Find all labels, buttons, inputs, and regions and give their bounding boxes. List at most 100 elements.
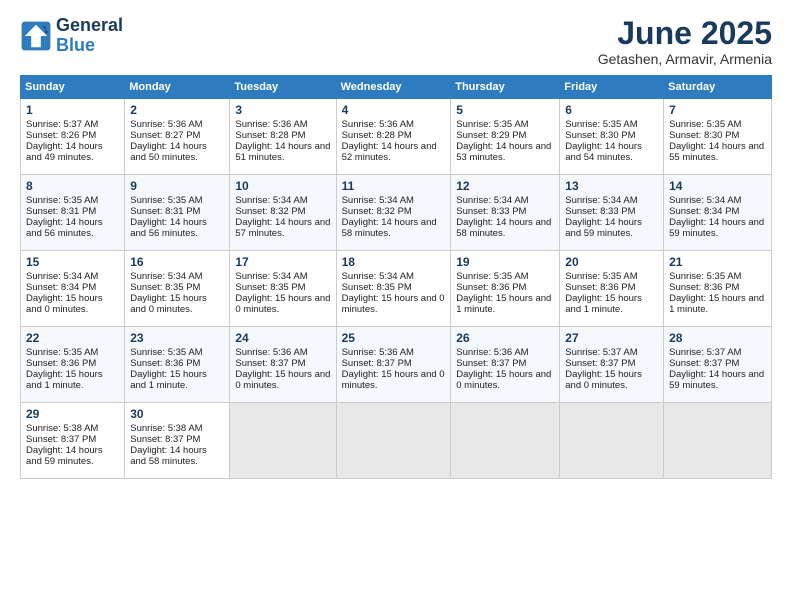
table-cell: 21 Sunrise: 5:35 AM Sunset: 8:36 PM Dayl… <box>664 251 772 327</box>
day-number: 16 <box>130 255 224 269</box>
table-cell: 8 Sunrise: 5:35 AM Sunset: 8:31 PM Dayli… <box>21 175 125 251</box>
daylight: Daylight: 14 hours and 50 minutes. <box>130 141 207 163</box>
daylight: Daylight: 15 hours and 0 minutes. <box>342 293 445 315</box>
day-number: 19 <box>456 255 554 269</box>
sunset: Sunset: 8:37 PM <box>565 358 635 369</box>
title-block: June 2025 Getashen, Armavir, Armenia <box>598 16 772 67</box>
sunrise: Sunrise: 5:34 AM <box>130 271 202 282</box>
daylight: Daylight: 15 hours and 1 minute. <box>669 293 764 315</box>
logo-line2: Blue <box>56 35 95 55</box>
day-number: 29 <box>26 407 119 421</box>
sunset: Sunset: 8:33 PM <box>565 206 635 217</box>
table-cell: 16 Sunrise: 5:34 AM Sunset: 8:35 PM Dayl… <box>125 251 230 327</box>
day-number: 8 <box>26 179 119 193</box>
daylight: Daylight: 15 hours and 0 minutes. <box>235 293 330 315</box>
sunrise: Sunrise: 5:34 AM <box>565 195 637 206</box>
day-number: 20 <box>565 255 658 269</box>
day-number: 10 <box>235 179 330 193</box>
sunset: Sunset: 8:34 PM <box>26 282 96 293</box>
calendar-body: 1 Sunrise: 5:37 AM Sunset: 8:26 PM Dayli… <box>21 99 772 479</box>
sunrise: Sunrise: 5:35 AM <box>456 271 528 282</box>
table-cell: 2 Sunrise: 5:36 AM Sunset: 8:27 PM Dayli… <box>125 99 230 175</box>
col-monday: Monday <box>125 76 230 99</box>
calendar-row: 15 Sunrise: 5:34 AM Sunset: 8:34 PM Dayl… <box>21 251 772 327</box>
subtitle: Getashen, Armavir, Armenia <box>598 51 772 67</box>
sunset: Sunset: 8:34 PM <box>669 206 739 217</box>
sunset: Sunset: 8:35 PM <box>342 282 412 293</box>
table-cell: 30 Sunrise: 5:38 AM Sunset: 8:37 PM Dayl… <box>125 403 230 479</box>
table-cell: 6 Sunrise: 5:35 AM Sunset: 8:30 PM Dayli… <box>560 99 664 175</box>
day-number: 5 <box>456 103 554 117</box>
calendar-table: Sunday Monday Tuesday Wednesday Thursday… <box>20 75 772 479</box>
table-cell: 27 Sunrise: 5:37 AM Sunset: 8:37 PM Dayl… <box>560 327 664 403</box>
table-cell: 3 Sunrise: 5:36 AM Sunset: 8:28 PM Dayli… <box>230 99 336 175</box>
daylight: Daylight: 14 hours and 56 minutes. <box>130 217 207 239</box>
day-number: 17 <box>235 255 330 269</box>
sunset: Sunset: 8:35 PM <box>235 282 305 293</box>
day-number: 9 <box>130 179 224 193</box>
table-cell <box>230 403 336 479</box>
daylight: Daylight: 14 hours and 59 minutes. <box>669 369 764 391</box>
sunrise: Sunrise: 5:35 AM <box>565 271 637 282</box>
table-cell: 5 Sunrise: 5:35 AM Sunset: 8:29 PM Dayli… <box>451 99 560 175</box>
table-cell: 11 Sunrise: 5:34 AM Sunset: 8:32 PM Dayl… <box>336 175 451 251</box>
sunrise: Sunrise: 5:36 AM <box>342 119 414 130</box>
daylight: Daylight: 15 hours and 0 minutes. <box>456 369 551 391</box>
table-cell: 14 Sunrise: 5:34 AM Sunset: 8:34 PM Dayl… <box>664 175 772 251</box>
table-cell: 26 Sunrise: 5:36 AM Sunset: 8:37 PM Dayl… <box>451 327 560 403</box>
daylight: Daylight: 15 hours and 1 minute. <box>565 293 642 315</box>
logo-icon <box>20 20 52 52</box>
day-number: 13 <box>565 179 658 193</box>
sunrise: Sunrise: 5:35 AM <box>26 347 98 358</box>
logo-line1: General <box>56 16 123 36</box>
daylight: Daylight: 14 hours and 52 minutes. <box>342 141 437 163</box>
table-cell: 24 Sunrise: 5:36 AM Sunset: 8:37 PM Dayl… <box>230 327 336 403</box>
sunset: Sunset: 8:27 PM <box>130 130 200 141</box>
daylight: Daylight: 14 hours and 59 minutes. <box>669 217 764 239</box>
sunrise: Sunrise: 5:34 AM <box>26 271 98 282</box>
sunset: Sunset: 8:37 PM <box>669 358 739 369</box>
sunrise: Sunrise: 5:36 AM <box>130 119 202 130</box>
sunrise: Sunrise: 5:35 AM <box>669 271 741 282</box>
table-cell: 23 Sunrise: 5:35 AM Sunset: 8:36 PM Dayl… <box>125 327 230 403</box>
sunset: Sunset: 8:30 PM <box>565 130 635 141</box>
sunset: Sunset: 8:31 PM <box>130 206 200 217</box>
daylight: Daylight: 14 hours and 58 minutes. <box>130 445 207 467</box>
sunrise: Sunrise: 5:35 AM <box>456 119 528 130</box>
day-number: 30 <box>130 407 224 421</box>
header-row: Sunday Monday Tuesday Wednesday Thursday… <box>21 76 772 99</box>
table-cell: 4 Sunrise: 5:36 AM Sunset: 8:28 PM Dayli… <box>336 99 451 175</box>
daylight: Daylight: 14 hours and 57 minutes. <box>235 217 330 239</box>
day-number: 28 <box>669 331 766 345</box>
sunset: Sunset: 8:28 PM <box>235 130 305 141</box>
table-cell: 1 Sunrise: 5:37 AM Sunset: 8:26 PM Dayli… <box>21 99 125 175</box>
sunrise: Sunrise: 5:37 AM <box>669 347 741 358</box>
table-cell <box>664 403 772 479</box>
daylight: Daylight: 15 hours and 1 minute. <box>456 293 551 315</box>
sunset: Sunset: 8:31 PM <box>26 206 96 217</box>
day-number: 6 <box>565 103 658 117</box>
col-tuesday: Tuesday <box>230 76 336 99</box>
table-cell: 7 Sunrise: 5:35 AM Sunset: 8:30 PM Dayli… <box>664 99 772 175</box>
sunset: Sunset: 8:37 PM <box>235 358 305 369</box>
sunrise: Sunrise: 5:36 AM <box>235 119 307 130</box>
daylight: Daylight: 14 hours and 58 minutes. <box>342 217 437 239</box>
sunset: Sunset: 8:36 PM <box>669 282 739 293</box>
sunset: Sunset: 8:26 PM <box>26 130 96 141</box>
sunrise: Sunrise: 5:38 AM <box>130 423 202 434</box>
daylight: Daylight: 14 hours and 59 minutes. <box>26 445 103 467</box>
table-cell: 28 Sunrise: 5:37 AM Sunset: 8:37 PM Dayl… <box>664 327 772 403</box>
page: General Blue June 2025 Getashen, Armavir… <box>0 0 792 612</box>
table-cell: 29 Sunrise: 5:38 AM Sunset: 8:37 PM Dayl… <box>21 403 125 479</box>
daylight: Daylight: 14 hours and 54 minutes. <box>565 141 642 163</box>
day-number: 22 <box>26 331 119 345</box>
day-number: 15 <box>26 255 119 269</box>
sunset: Sunset: 8:36 PM <box>130 358 200 369</box>
sunset: Sunset: 8:36 PM <box>565 282 635 293</box>
daylight: Daylight: 14 hours and 55 minutes. <box>669 141 764 163</box>
sunrise: Sunrise: 5:35 AM <box>130 347 202 358</box>
day-number: 21 <box>669 255 766 269</box>
daylight: Daylight: 14 hours and 51 minutes. <box>235 141 330 163</box>
daylight: Daylight: 15 hours and 0 minutes. <box>342 369 445 391</box>
day-number: 2 <box>130 103 224 117</box>
